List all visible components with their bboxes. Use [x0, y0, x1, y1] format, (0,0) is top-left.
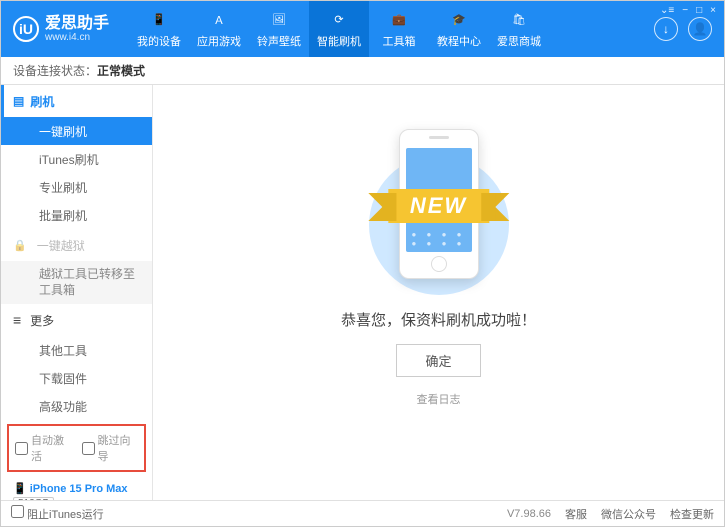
wechat-link[interactable]: 微信公众号 — [601, 506, 656, 522]
skip-guide-checkbox[interactable]: 跳过向导 — [82, 432, 139, 464]
success-message: 恭喜您，保资料刷机成功啦！ — [341, 309, 536, 330]
phone-icon: 📱 — [149, 10, 169, 30]
check-update-link[interactable]: 检查更新 — [670, 506, 714, 522]
nav-ringtones[interactable]: 🖼 铃声壁纸 — [249, 1, 309, 57]
version-label: V7.98.66 — [507, 508, 551, 520]
ok-button[interactable]: 确定 — [396, 344, 480, 377]
user-icon: 👤 — [693, 22, 708, 36]
support-link[interactable]: 客服 — [565, 506, 587, 522]
sidebar-item-one-key-flash[interactable]: 一键刷机 — [1, 117, 152, 145]
sidebar-jailbreak-notice[interactable]: 越狱工具已转移至工具箱 — [1, 261, 152, 304]
device-icon — [13, 483, 30, 495]
store-icon: 🛍 — [509, 10, 529, 30]
nav-toolbox[interactable]: 💼 工具箱 — [369, 1, 429, 57]
main-nav: 📱 我的设备 Ａ 应用游戏 🖼 铃声壁纸 ⟳ 智能刷机 💼 工具箱 🎓 教程 — [129, 1, 646, 57]
nav-flash[interactable]: ⟳ 智能刷机 — [309, 1, 369, 57]
toolbox-icon: 💼 — [389, 10, 409, 30]
logo-icon: iU — [13, 16, 39, 42]
brand-name: 爱思助手 — [45, 15, 109, 33]
nav-my-device[interactable]: 📱 我的设备 — [129, 1, 189, 57]
logo: iU 爱思助手 www.i4.cn — [13, 15, 109, 44]
view-log-link[interactable]: 查看日志 — [417, 391, 461, 407]
sidebar-item-download-firmware[interactable]: 下载固件 — [1, 364, 152, 392]
more-icon — [13, 312, 24, 328]
main-content: ● ● ● ●● ● ● ● NEW 恭喜您，保资料刷机成功啦！ 确定 查看日志 — [153, 85, 724, 500]
tutorial-icon: 🎓 — [449, 10, 469, 30]
apps-icon: Ａ — [209, 10, 229, 30]
sidebar: ▤ 刷机 一键刷机 iTunes刷机 专业刷机 批量刷机 一键越狱 越狱工具已转… — [1, 85, 153, 500]
nav-tutorial[interactable]: 🎓 教程中心 — [429, 1, 489, 57]
device-info[interactable]: iPhone 15 Pro Max 512GB iPhone — [1, 476, 152, 500]
sidebar-item-advanced[interactable]: 高级功能 — [1, 392, 152, 420]
connection-mode: 正常模式 — [97, 62, 145, 79]
connection-status: 设备连接状态： 正常模式 — [1, 57, 724, 85]
nav-apps[interactable]: Ａ 应用游戏 — [189, 1, 249, 57]
sidebar-item-other-tools[interactable]: 其他工具 — [1, 336, 152, 364]
statusbar: 阻止iTunes运行 V7.98.66 客服 微信公众号 检查更新 — [1, 500, 724, 526]
close-button[interactable]: × — [710, 5, 716, 16]
success-illustration: ● ● ● ●● ● ● ● NEW — [339, 115, 539, 285]
wallpaper-icon: 🖼 — [269, 10, 289, 30]
sidebar-item-itunes-flash[interactable]: iTunes刷机 — [1, 145, 152, 173]
sidebar-item-pro-flash[interactable]: 专业刷机 — [1, 173, 152, 201]
sidebar-group-flash[interactable]: ▤ 刷机 — [1, 85, 152, 117]
device-storage: 512GB — [13, 497, 54, 500]
presets-button[interactable]: ⌄≡ — [660, 5, 674, 16]
brand-url: www.i4.cn — [45, 32, 109, 43]
block-itunes-checkbox[interactable]: 阻止iTunes运行 — [11, 505, 104, 522]
sidebar-group-jailbreak: 一键越狱 — [1, 229, 152, 261]
auto-activate-checkbox[interactable]: 自动激活 — [15, 432, 72, 464]
options-box: 自动激活 跳过向导 — [7, 424, 146, 472]
account-button[interactable]: 👤 — [688, 17, 712, 41]
minimize-button[interactable]: − — [682, 5, 688, 16]
nav-store[interactable]: 🛍 爱思商城 — [489, 1, 549, 57]
flash-group-icon: ▤ — [13, 94, 24, 108]
sidebar-item-batch-flash[interactable]: 批量刷机 — [1, 201, 152, 229]
flash-icon: ⟳ — [329, 10, 349, 30]
download-icon: ↓ — [663, 22, 669, 36]
download-button[interactable]: ↓ — [654, 17, 678, 41]
sidebar-group-more[interactable]: 更多 — [1, 304, 152, 336]
maximize-button[interactable]: □ — [696, 5, 702, 16]
titlebar: ⌄≡ − □ × iU 爱思助手 www.i4.cn 📱 我的设备 Ａ 应用游戏… — [1, 1, 724, 57]
new-ribbon: NEW — [388, 189, 489, 223]
lock-icon — [13, 238, 31, 252]
window-controls: ⌄≡ − □ × — [660, 5, 716, 16]
